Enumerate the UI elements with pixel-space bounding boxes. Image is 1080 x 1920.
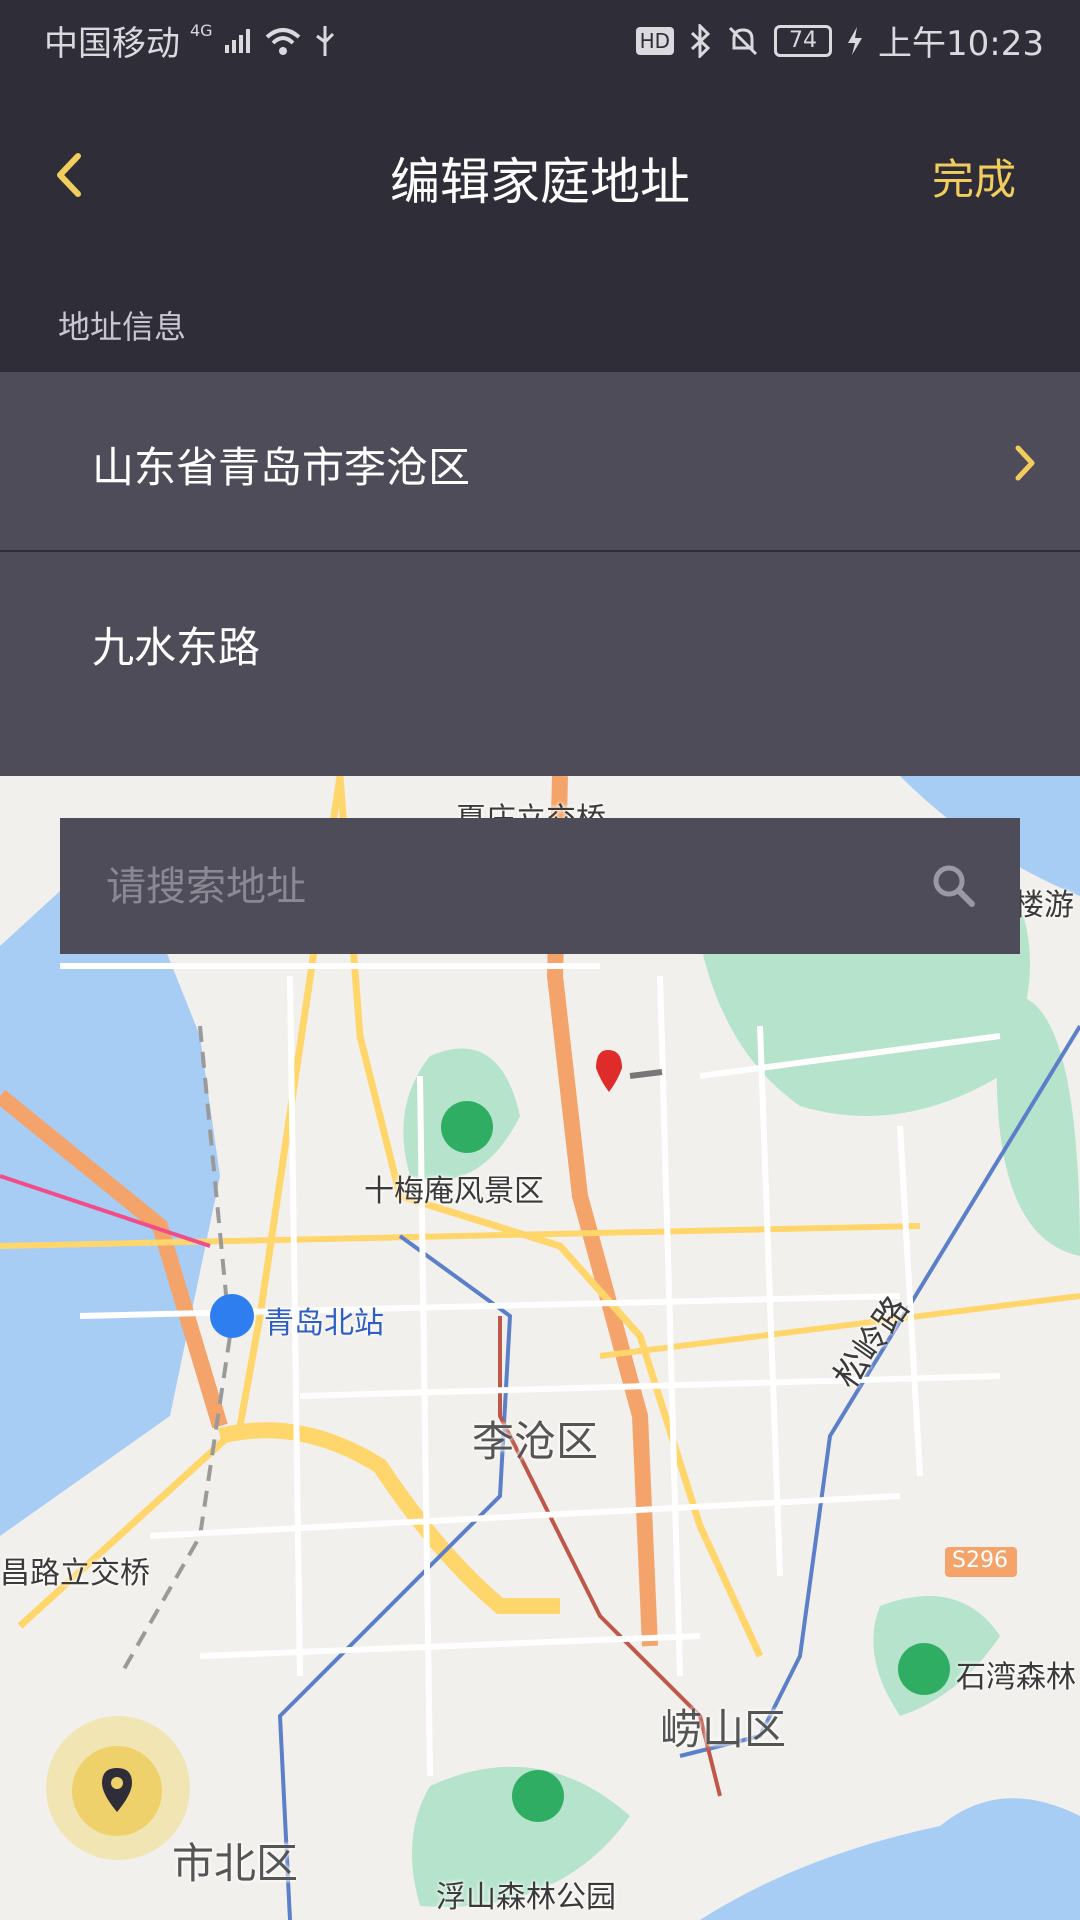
- map-label-district-licang: 李沧区: [472, 1417, 599, 1466]
- search-bar: [60, 818, 1020, 954]
- map-label-tower: 楼游: [1014, 888, 1074, 923]
- map-label-scenic-area: 十梅庵风景区: [364, 1174, 544, 1209]
- mute-bell-icon: [728, 26, 758, 55]
- status-time: 上午10:23: [878, 24, 1044, 64]
- wifi-icon: [265, 27, 300, 55]
- map-label-station: 青岛北站: [264, 1306, 384, 1341]
- usb-icon: [315, 25, 334, 56]
- done-button[interactable]: 完成: [932, 146, 1016, 207]
- navigation-bar: 编辑家庭地址 完成: [0, 76, 1080, 276]
- status-bar: 中国移动 4G HD 74 上午10:23: [0, 0, 1080, 76]
- map-label-forest-park: 浮山森林公园: [436, 1880, 616, 1915]
- chevron-right-icon: [1015, 445, 1035, 481]
- search-input[interactable]: [104, 852, 888, 922]
- street-text: 九水东路: [92, 623, 261, 672]
- carrier-name: 中国移动: [44, 24, 180, 64]
- locate-button[interactable]: [72, 1746, 162, 1836]
- charging-icon: [848, 26, 863, 55]
- map-label-district-shibei: 市北区: [172, 1839, 299, 1888]
- map-label-forest-right: 石湾森林: [956, 1660, 1076, 1695]
- map-label-district-laoshan: 崂山区: [660, 1705, 787, 1754]
- map-label-interchange-left: 昌路立交桥: [0, 1556, 150, 1591]
- bluetooth-icon: [690, 23, 711, 58]
- street-row[interactable]: 九水东路: [0, 552, 1080, 776]
- region-text: 山东省青岛市李沧区: [92, 443, 471, 492]
- signal-icon: [224, 28, 250, 53]
- region-selector-row[interactable]: 山东省青岛市李沧区: [0, 372, 1080, 552]
- map-label-highway: S296: [952, 1548, 1008, 1573]
- network-type: 4G: [190, 21, 213, 40]
- page-title: 编辑家庭地址: [390, 153, 690, 211]
- section-label: 地址信息: [58, 308, 187, 346]
- battery-indicator: 74: [774, 24, 833, 57]
- search-icon[interactable]: [930, 862, 976, 908]
- hd-badge: HD: [635, 26, 675, 55]
- location-pin-icon: [102, 1768, 132, 1812]
